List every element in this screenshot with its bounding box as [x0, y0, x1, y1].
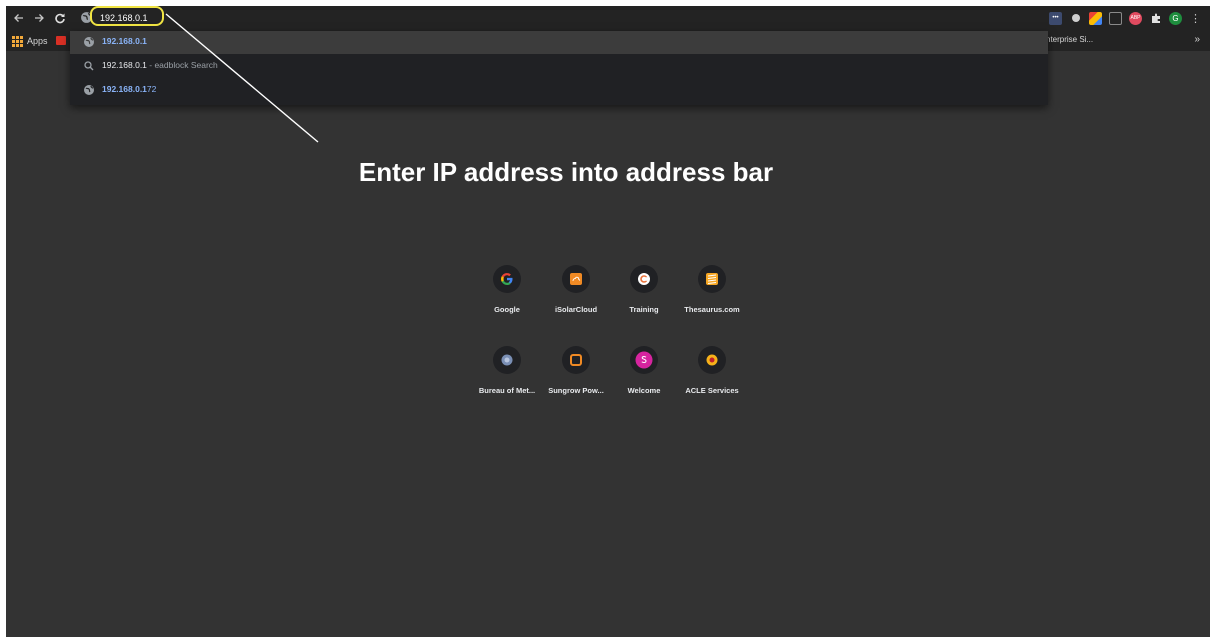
search-icon: [84, 61, 94, 71]
address-bar-input[interactable]: [100, 9, 1000, 27]
reload-button[interactable]: [51, 9, 69, 27]
shortcut-label: ACLE Services: [685, 386, 739, 395]
shortcut-label: Google: [494, 305, 520, 314]
acle-services-icon: [706, 354, 718, 366]
sungrow-icon: [570, 354, 582, 366]
bureau-of-meteorology-icon: [501, 354, 513, 366]
suggestion-bold-text: 192.168.0.1: [102, 84, 147, 94]
menu-kebab-icon[interactable]: ⋮: [1189, 12, 1202, 25]
arrow-left-icon: [14, 14, 23, 22]
dots-extension-icon[interactable]: •••: [1049, 11, 1062, 25]
suggestion-item[interactable]: 192.168.0.1 - eadblock Search: [70, 55, 1048, 78]
forward-button[interactable]: [30, 9, 48, 27]
shortcut-training[interactable]: Training: [610, 265, 678, 335]
isolarcloud-icon: [570, 273, 582, 285]
back-button[interactable]: [10, 9, 28, 27]
annotation-caption: Enter IP address into address bar: [358, 157, 774, 187]
suggestion-query-text: 192.168.0.1: [102, 60, 147, 70]
google-icon: [501, 273, 513, 285]
shortcut-google[interactable]: Google: [473, 265, 541, 335]
gmail-bookmark-icon[interactable]: [56, 36, 66, 45]
shortcut-sungrow[interactable]: Sungrow Pow...: [542, 346, 610, 416]
shortcut-acle-services[interactable]: ACLE Services: [678, 346, 746, 416]
suggestion-suffix-text: - eadblock Search: [146, 60, 218, 70]
bookmark-apps-label: Apps: [27, 36, 48, 46]
globe-icon: [84, 37, 94, 47]
bookmark-enterprise[interactable]: nterprise Si...: [1046, 35, 1093, 44]
suggestion-rest-text: 72: [146, 84, 157, 94]
arrow-right-icon: [35, 14, 44, 22]
circle-extension-icon[interactable]: [1069, 12, 1082, 25]
shortcut-bureau-of-meteorology[interactable]: Bureau of Met...: [473, 346, 541, 416]
profile-avatar-icon[interactable]: G: [1169, 11, 1182, 25]
puzzle-icon[interactable]: [1149, 12, 1162, 25]
thesaurus-icon: [706, 273, 718, 285]
screenshot-extension-icon[interactable]: [1109, 11, 1122, 25]
shortcut-label: Bureau of Met...: [478, 386, 536, 395]
globe-icon: [81, 12, 92, 23]
bookmark-apps[interactable]: Apps: [12, 34, 48, 48]
training-icon: [638, 273, 650, 285]
apps-grid-icon: [12, 36, 23, 47]
suggestion-bold-text: 192.168.0.1: [102, 36, 147, 46]
adblock-extension-icon[interactable]: ABP: [1129, 11, 1142, 25]
reload-icon: [55, 13, 65, 24]
bookmarks-overflow-chevron-icon[interactable]: »: [1194, 34, 1200, 45]
suggestion-item[interactable]: 192.168.0.1: [70, 31, 1048, 54]
shortcut-thesaurus[interactable]: Thesaurus.com: [678, 265, 746, 335]
shortcut-welcome[interactable]: Welcome: [610, 346, 678, 416]
extensions-area: ••• ABP G ⋮: [1049, 10, 1202, 26]
browser-toolbar: ••• ABP G ⋮: [6, 6, 1210, 31]
omnibox-suggestions: 192.168.0.1 192.168.0.1 - eadblock Searc…: [70, 31, 1048, 105]
shortcut-isolarcloud[interactable]: iSolarCloud: [542, 265, 610, 335]
welcome-icon: [635, 351, 653, 369]
suggestion-item[interactable]: 192.168.0.172: [70, 79, 1048, 102]
globe-icon: [84, 85, 94, 95]
shortcut-label: Thesaurus.com: [684, 305, 740, 314]
palette-extension-icon[interactable]: [1089, 11, 1102, 25]
browser-window: ••• ABP G ⋮ Apps nterprise Si... »: [6, 6, 1210, 637]
